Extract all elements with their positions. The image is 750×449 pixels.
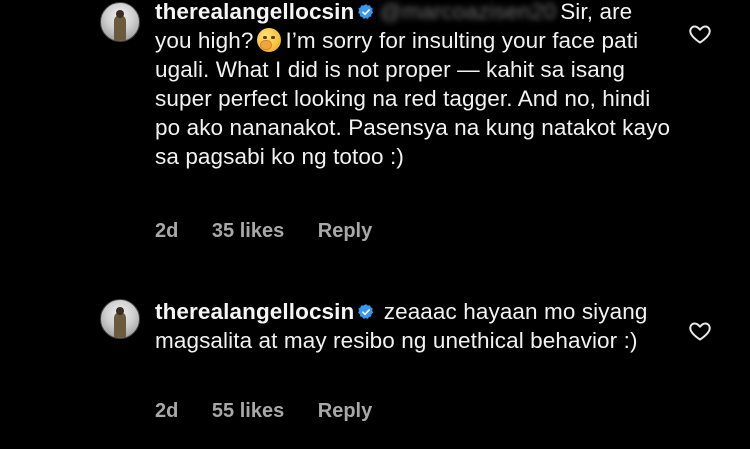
comment-item: therealangellocsin zeaaac hayaan mo siya… (0, 283, 750, 433)
comment-age: 2d (155, 400, 179, 422)
comment-username[interactable]: therealangellocsin (155, 299, 354, 324)
comment-text: therealangellocsin zeaaac hayaan mo siya… (155, 297, 675, 355)
comment-age: 2d (155, 220, 179, 242)
comment-username[interactable]: therealangellocsin (155, 0, 354, 24)
comment-meta: 2d 55 likes Reply (155, 400, 400, 423)
comment-meta: 2d 35 likes Reply (155, 220, 400, 243)
comment-likes[interactable]: 35 likes (212, 220, 284, 242)
reply-button[interactable]: Reply (318, 400, 372, 422)
heart-outline-icon[interactable] (688, 22, 712, 46)
avatar[interactable] (100, 2, 140, 42)
verified-badge-icon (358, 304, 374, 319)
avatar-figure (114, 15, 126, 41)
reply-button[interactable]: Reply (318, 220, 372, 242)
comment-item: therealangellocsin @marcoazisen20 Sir, are… (0, 0, 750, 260)
avatar-head (116, 307, 124, 315)
comment-likes[interactable]: 55 likes (212, 400, 284, 422)
avatar-figure (114, 312, 126, 338)
comment-mention[interactable]: @marcoazisen20 (379, 0, 556, 26)
avatar-head (116, 10, 124, 18)
face-with-hand-over-mouth-emoji-icon (257, 28, 282, 52)
comment-text: therealangellocsin @marcoazisen20 Sir, are… (155, 0, 675, 171)
avatar[interactable] (100, 299, 140, 339)
heart-outline-icon[interactable] (688, 319, 712, 343)
verified-badge-icon (358, 4, 374, 19)
